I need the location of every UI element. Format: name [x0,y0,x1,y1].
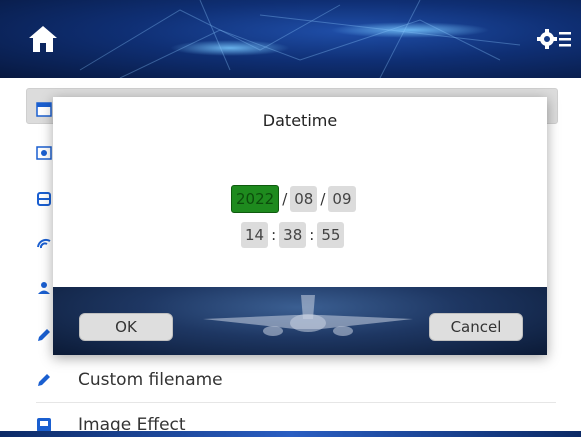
day-field[interactable]: 09 [328,186,356,212]
divider [36,402,556,403]
pencil-icon [38,329,50,341]
settings-menu-icon [537,29,571,49]
time-separator: : [271,226,277,244]
time-row: 14 : 38 : 55 [241,222,345,248]
cancel-button[interactable]: Cancel [429,313,523,341]
circuit-pattern [79,0,521,78]
dialog-footer: OK Cancel [53,287,547,355]
date-separator: / [282,190,288,208]
home-button[interactable] [26,22,60,56]
menu-item-label: Custom filename [78,370,223,390]
bottom-bar [0,431,581,437]
minute-field[interactable]: 38 [279,222,307,248]
storage-icon [37,192,51,206]
photo-icon [36,146,52,160]
settings-button[interactable] [534,22,574,56]
home-icon [29,26,57,52]
ok-button[interactable]: OK [79,313,173,341]
airplane-icon [203,295,413,336]
date-row: 2022 / 08 / 09 [231,185,356,213]
second-field[interactable]: 55 [317,222,345,248]
calendar-icon [36,102,52,117]
date-separator: / [320,190,326,208]
datetime-dialog: Datetime 2022 / 08 / 09 14 : 38 : 55 OK … [53,97,547,355]
hour-field[interactable]: 14 [241,222,269,248]
pencil-icon [38,374,50,386]
dialog-title: Datetime [262,111,338,130]
time-separator: : [309,226,315,244]
month-field[interactable]: 08 [290,186,318,212]
user-icon [38,282,50,294]
header-bar [0,0,581,78]
year-field[interactable]: 2022 [231,185,280,213]
wifi-icon [37,238,51,249]
menu-item-custom-filename[interactable]: Custom filename [36,366,223,394]
